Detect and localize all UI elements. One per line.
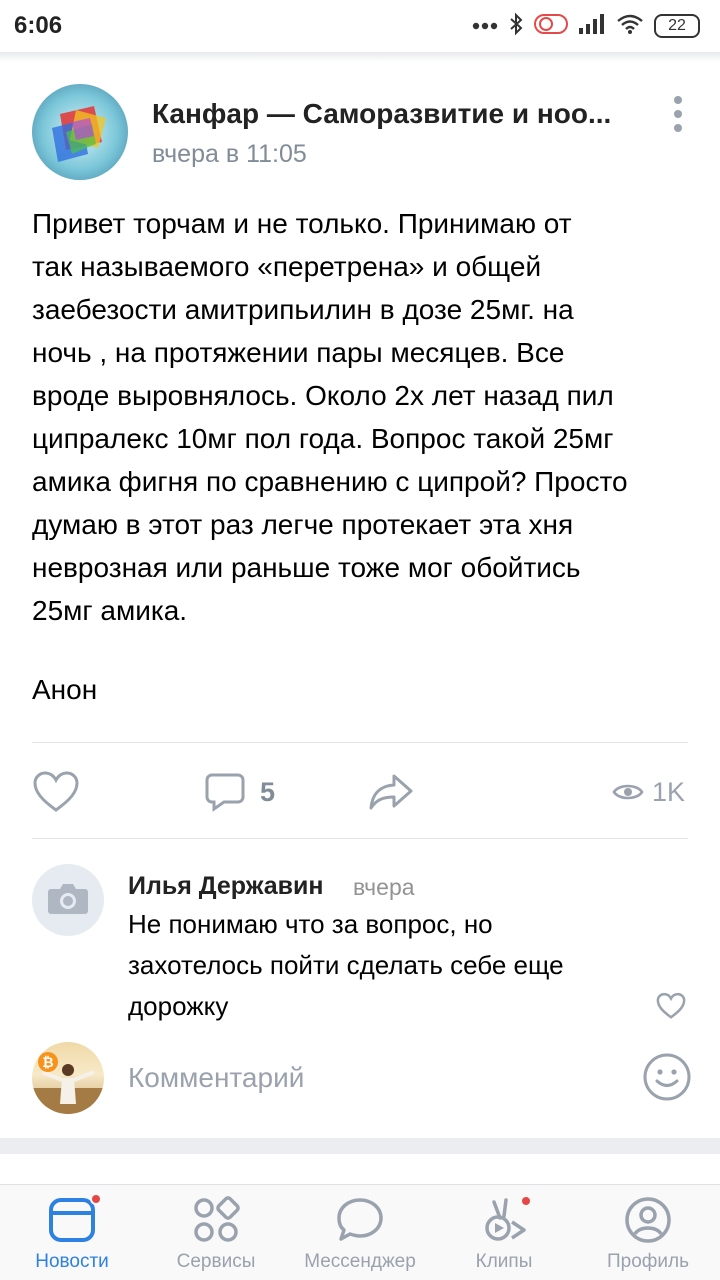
comments-count: 5 — [260, 776, 276, 807]
alarm-toggle-icon — [534, 13, 568, 40]
battery-icon: 22 — [654, 14, 700, 38]
comment-text-line: захотелось пойти сделать себе еще — [128, 950, 564, 980]
post-text-line: ципралекс 10мг пол года. Вопрос такой 25… — [32, 423, 614, 454]
vk-feed-screen: 6:06 22 Канфар — Саморазвитие и ноо... в… — [0, 0, 720, 1280]
comment-author[interactable]: Илья Державин — [128, 872, 323, 901]
eye-icon — [612, 781, 644, 803]
emoji-icon[interactable] — [642, 1052, 692, 1107]
post-text-line: амика фигня по сравнению с ципрой? Прост… — [32, 466, 628, 497]
tab-label: Клипы — [475, 1251, 533, 1272]
comment-button[interactable]: 5 — [204, 766, 275, 818]
comment-composer: ₿ — [32, 1042, 692, 1116]
group-name[interactable]: Канфар — Саморазвитие и ноо... — [152, 98, 622, 130]
post-text-line: неврозная или раньше тоже мог обойтись — [32, 552, 581, 583]
profile-icon — [624, 1196, 672, 1249]
share-button[interactable] — [368, 766, 414, 818]
views-count: 1K — [652, 776, 686, 807]
header-shadow — [0, 52, 720, 62]
bluetooth-icon — [508, 12, 524, 41]
comment-item: Илья Державин вчера Не понимаю что за во… — [32, 864, 692, 1034]
tab-label: Мессенджер — [304, 1251, 416, 1272]
post-header: Канфар — Саморазвитие и ноо... вчера в 1… — [32, 84, 692, 184]
like-button[interactable] — [32, 766, 80, 818]
status-icons: 22 — [472, 12, 700, 41]
post-options-icon[interactable] — [668, 96, 688, 136]
post-time[interactable]: вчера в 11:05 — [152, 140, 307, 169]
comment-text-line: дорожку — [128, 991, 229, 1021]
post-actions: 5 1K — [32, 766, 688, 818]
comment-text: Не понимаю что за вопрос, но захотелось … — [128, 904, 648, 1027]
post-text-line: так называемого «перетрена» и общей — [32, 251, 542, 282]
news-badge — [90, 1193, 102, 1205]
divider — [32, 838, 688, 839]
status-time: 6:06 — [14, 12, 63, 39]
messenger-icon — [335, 1196, 385, 1249]
tab-clips[interactable]: Клипы — [454, 1185, 554, 1280]
tab-label: Новости — [35, 1251, 109, 1272]
services-icon — [192, 1195, 240, 1249]
heart-icon — [32, 770, 80, 814]
tab-services[interactable]: Сервисы — [166, 1185, 266, 1280]
post-text-line: Привет торчам и не только. Принимаю от — [32, 208, 572, 239]
status-bar: 6:06 22 — [0, 0, 720, 52]
signal-icon — [578, 13, 606, 40]
comment-icon — [204, 771, 246, 813]
share-arrow-icon — [368, 772, 414, 812]
wifi-icon — [616, 13, 644, 40]
post-text-line: вроде выровнялось. Около 2х лет назад пи… — [32, 380, 614, 411]
tab-news[interactable]: Новости — [22, 1185, 122, 1280]
post-text: Привет торчам и не только. Принимаю от т… — [32, 202, 692, 632]
comment-text-line: Не понимаю что за вопрос, но — [128, 909, 493, 939]
more-dots-icon — [472, 17, 498, 35]
tab-label: Профиль — [606, 1251, 690, 1272]
user-avatar[interactable]: ₿ — [32, 1042, 104, 1114]
comment-like-icon[interactable] — [656, 992, 686, 1025]
camera-icon — [47, 881, 89, 920]
post-text-line: 25мг амика. — [32, 595, 188, 626]
bottom-navigation: Новости Сервисы Мессенджер Клипы Профиль — [0, 1184, 720, 1280]
post-text-line: думаю в этот раз легче протекает эта хня — [32, 509, 574, 540]
tab-label: Сервисы — [176, 1251, 256, 1272]
comment-input[interactable] — [128, 1056, 608, 1100]
clips-badge — [520, 1195, 532, 1207]
post-signature: Анон — [32, 674, 98, 705]
tab-messenger[interactable]: Мессенджер — [296, 1185, 424, 1280]
comment-avatar[interactable] — [32, 864, 104, 936]
tab-profile[interactable]: Профиль — [598, 1185, 698, 1280]
bitcoin-badge-icon: ₿ — [38, 1052, 58, 1072]
group-avatar[interactable] — [32, 84, 128, 180]
post-text-line: заебезости амитрипьилин в дозе 25мг. на — [32, 294, 574, 325]
feed-separator — [0, 1138, 720, 1154]
news-icon — [48, 1196, 96, 1249]
divider — [32, 742, 688, 743]
post-text-line: ночь , на протяжении пары месяцев. Все — [32, 337, 565, 368]
comment-time: вчера — [353, 874, 415, 900]
views-counter: 1K — [612, 766, 685, 818]
